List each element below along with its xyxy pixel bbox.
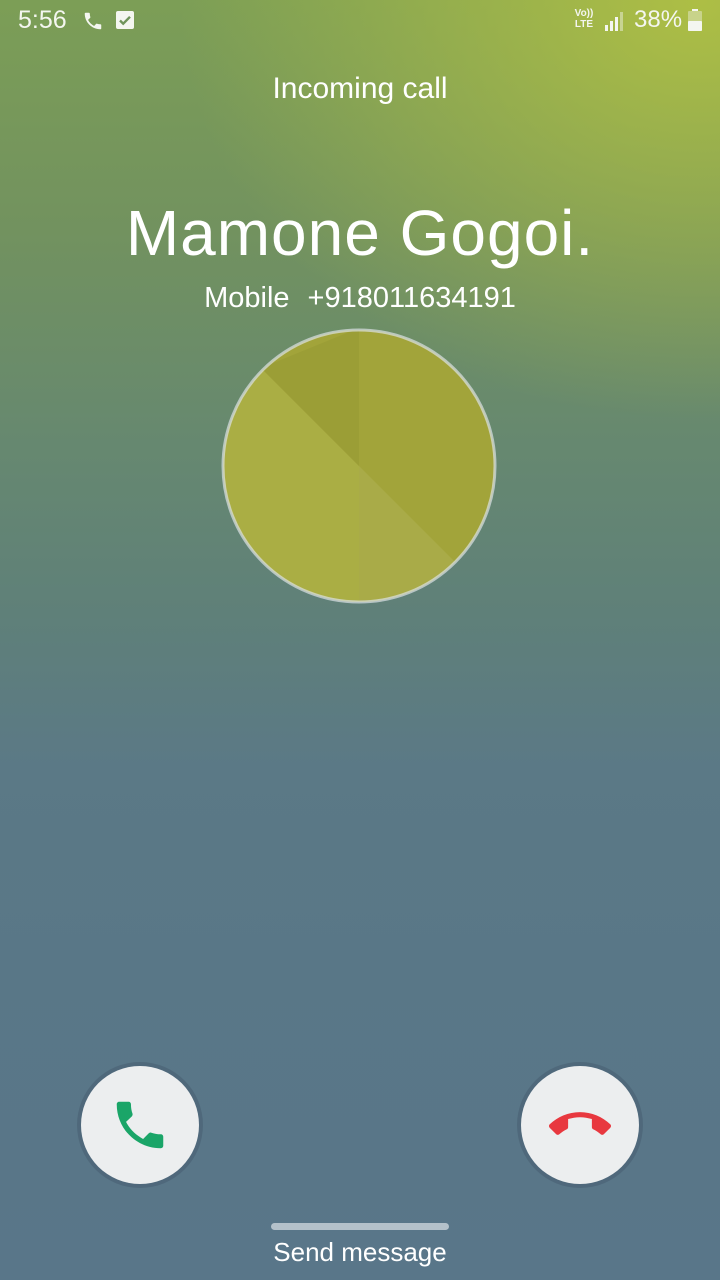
phone-answer-icon [116, 1101, 164, 1149]
caller-avatar [221, 328, 497, 604]
battery-icon [688, 9, 702, 31]
signal-icon [605, 12, 623, 31]
phone-icon [84, 12, 102, 30]
caller-name: Mamone Gogoi. [125, 197, 595, 269]
status-time: 5:56 [18, 6, 67, 34]
status-bar: 5:56 Vo)) LTE 38% [0, 0, 720, 42]
caller-info: Mobile +918011634191 [0, 282, 720, 315]
phone-decline-icon [549, 1112, 611, 1135]
send-message-button[interactable]: Send message [0, 1237, 720, 1268]
send-message-handle[interactable] [271, 1223, 449, 1230]
decline-call-button[interactable] [521, 1066, 639, 1184]
task-check-icon [116, 11, 134, 29]
answer-call-button[interactable] [81, 1066, 199, 1184]
battery-percent: 38% [634, 6, 683, 33]
call-status: Incoming call [272, 72, 448, 105]
number-type: Mobile [204, 282, 290, 314]
caller-number: +918011634191 [307, 282, 516, 314]
volte-indicator: Vo)) LTE [574, 8, 594, 30]
